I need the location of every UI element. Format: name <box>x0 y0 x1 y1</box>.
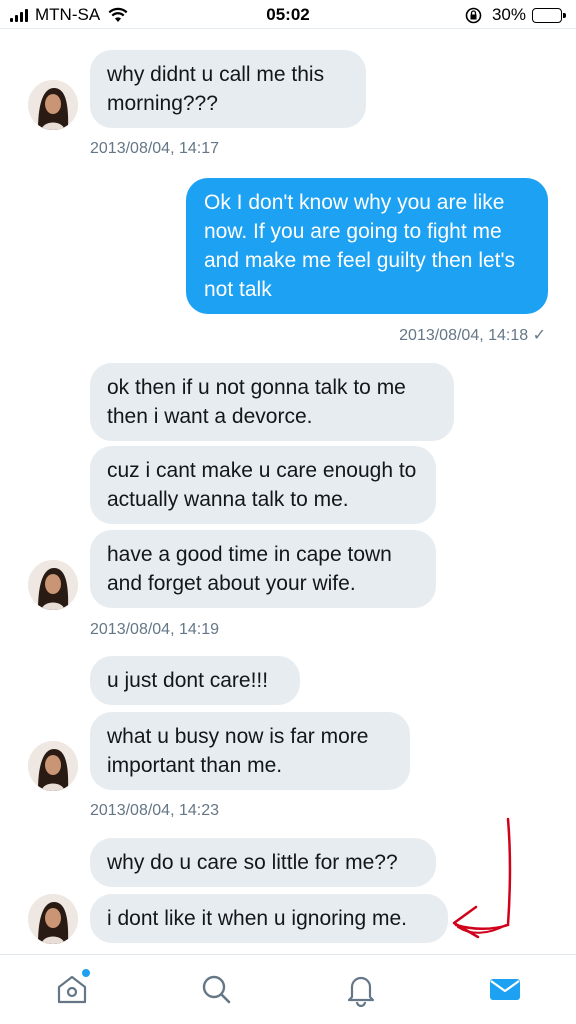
message-timestamp: 2013/08/04, 14:17 <box>90 140 220 157</box>
message-text: why didnt u call me this morning??? <box>107 63 325 115</box>
incoming-message[interactable]: i dont like it when u ignoring me. <box>90 894 448 943</box>
avatar[interactable] <box>28 560 78 610</box>
status-right: 30% <box>465 5 566 25</box>
message-text: i dont like it when u ignoring me. <box>107 907 407 930</box>
tab-notifications[interactable] <box>343 971 379 1008</box>
tab-home[interactable] <box>54 969 90 1007</box>
outgoing-message[interactable]: Ok I don't know why you are like now. If… <box>186 178 548 314</box>
profile-photo <box>28 560 78 610</box>
bottom-tab-bar <box>0 954 576 1024</box>
incoming-message[interactable]: have a good time in cape town and forget… <box>90 530 436 608</box>
message-timestamp: 2013/08/04, 14:19 <box>90 621 220 638</box>
incoming-message[interactable]: u just dont care!!! <box>90 656 300 705</box>
message-timestamp: 2013/08/04, 14:23 <box>90 802 220 819</box>
message-timestamp: 2013/08/04, 14:18 ✓ <box>399 327 546 344</box>
avatar[interactable] <box>28 741 78 791</box>
new-content-dot <box>82 969 90 977</box>
avatar[interactable] <box>28 80 78 130</box>
orientation-lock-icon <box>465 7 482 23</box>
profile-photo <box>28 894 78 944</box>
message-text: u just dont care!!! <box>107 669 269 692</box>
battery-percent: 30% <box>491 5 526 24</box>
message-text: cuz i cant make u care enough to actuall… <box>107 459 417 511</box>
message-text: Ok I don't know why you are like now. If… <box>204 191 516 301</box>
messages-icon <box>490 979 520 1000</box>
incoming-message[interactable]: ok then if u not gonna talk to me then i… <box>90 363 454 441</box>
incoming-message[interactable]: what u busy now is far more important th… <box>90 712 410 790</box>
message-text: what u busy now is far more important th… <box>107 725 369 777</box>
notifications-icon <box>347 976 375 1008</box>
divider <box>0 28 576 29</box>
incoming-message[interactable]: cuz i cant make u care enough to actuall… <box>90 446 436 524</box>
incoming-message[interactable]: why do u care so little for me?? <box>90 838 436 887</box>
status-bar: MTN-SA 05:02 30% <box>0 0 576 30</box>
message-text: have a good time in cape town and forget… <box>107 543 392 595</box>
avatar[interactable] <box>28 894 78 944</box>
tab-messages[interactable] <box>487 971 523 1007</box>
profile-photo <box>28 80 78 130</box>
message-thread[interactable]: why didnt u call me this morning??? 2013… <box>0 30 576 954</box>
incoming-message[interactable]: why didnt u call me this morning??? <box>90 50 366 128</box>
message-text: ok then if u not gonna talk to me then i… <box>107 376 406 428</box>
tab-search[interactable] <box>198 971 234 1007</box>
battery-icon <box>532 7 566 23</box>
search-icon <box>202 975 231 1004</box>
profile-photo <box>28 741 78 791</box>
message-text: why do u care so little for me?? <box>107 851 398 874</box>
